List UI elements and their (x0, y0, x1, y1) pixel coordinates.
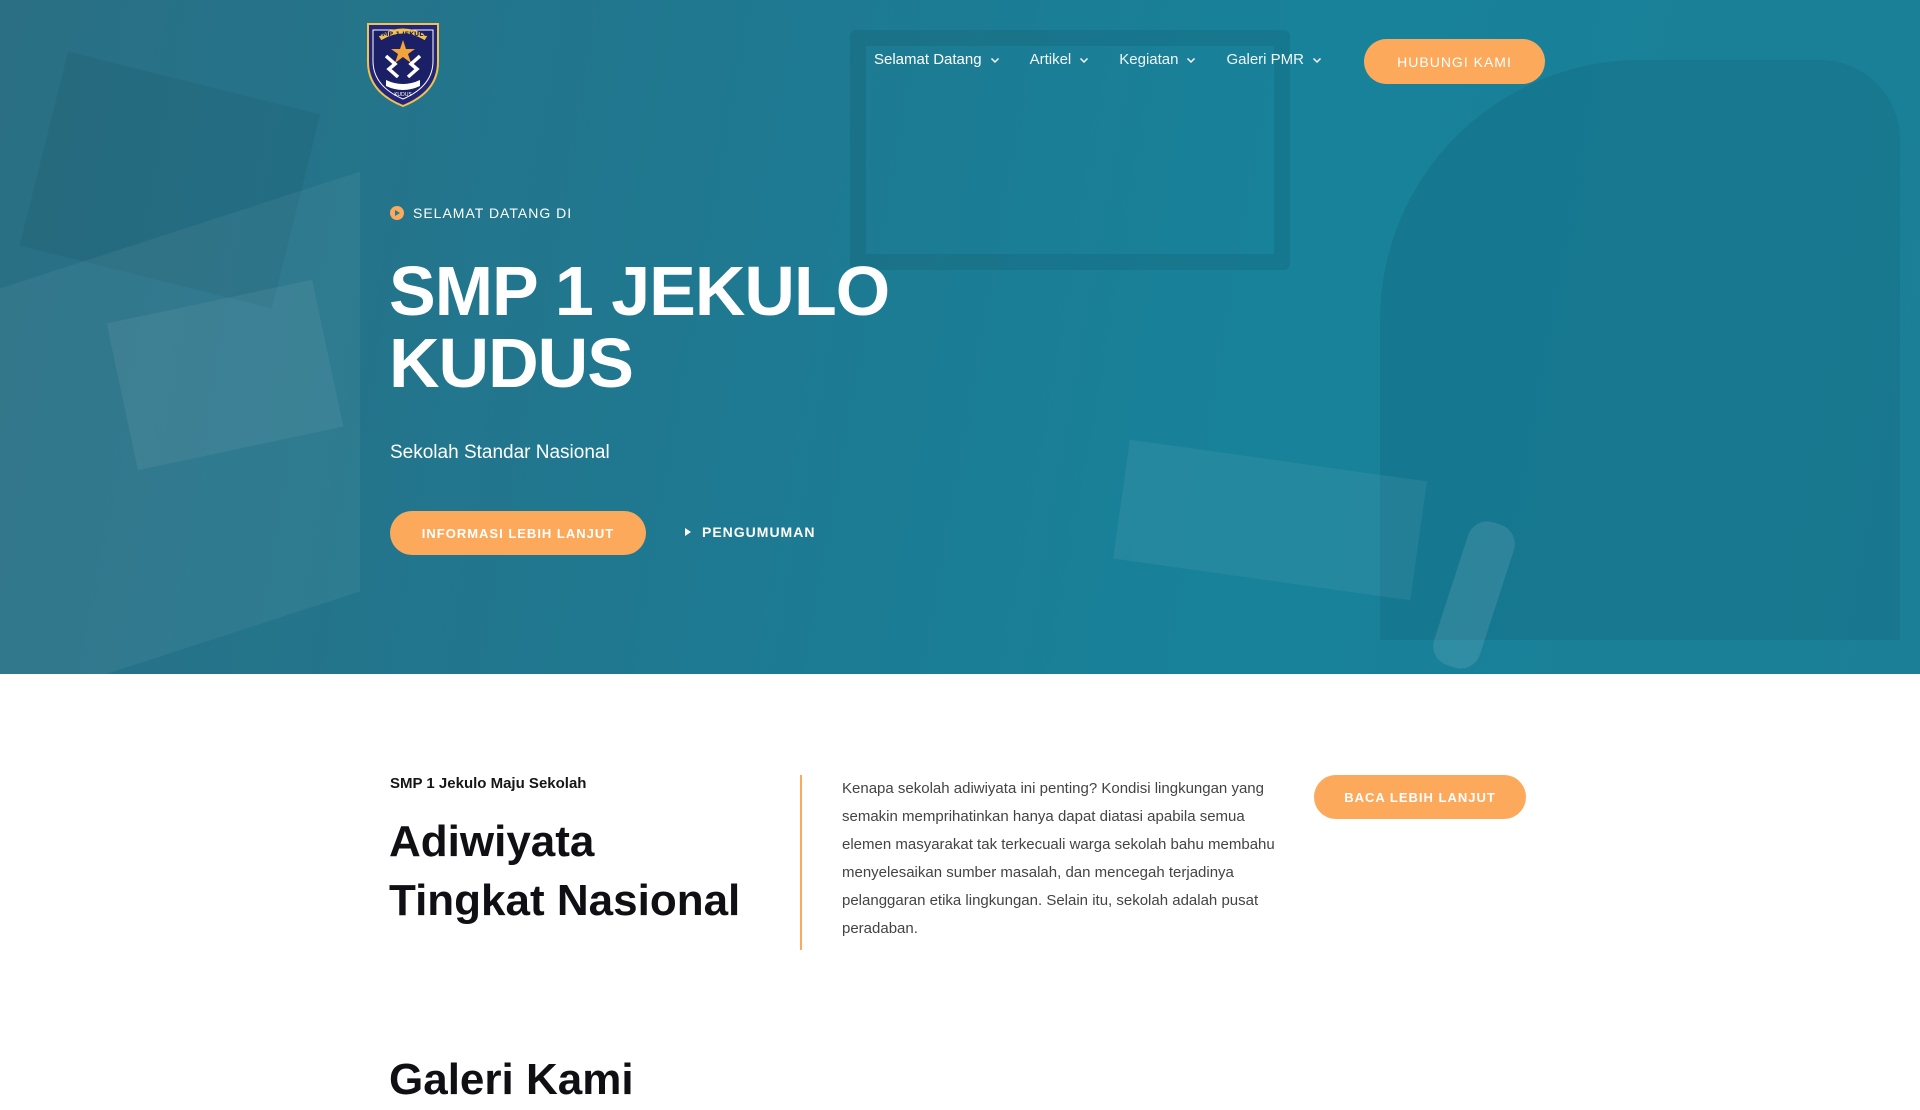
about-title-line: Adiwiyata (389, 817, 595, 866)
nav-item-artikel[interactable]: Artikel (1030, 51, 1090, 68)
chevron-down-icon (1187, 57, 1196, 63)
gallery-title: Galeri Kami (389, 1055, 634, 1104)
vertical-divider (800, 775, 802, 950)
chevron-down-icon (990, 57, 999, 63)
svg-text:KUDUS: KUDUS (394, 92, 412, 98)
read-more-button[interactable]: BACA LEBIH LANJUT (1314, 775, 1526, 819)
chevron-down-icon (1312, 57, 1322, 63)
hero-title-line: SMP 1 JEKULO (389, 252, 890, 330)
nav-item-label: Artikel (1029, 51, 1072, 68)
announcement-label: PENGUMUMAN (702, 524, 816, 540)
contact-button[interactable]: HUBUNGI KAMI (1364, 39, 1545, 84)
caret-right-icon (685, 528, 691, 536)
school-logo[interactable]: SMP 1 JEKULO KUDUS (362, 16, 444, 108)
hero-subtitle: Sekolah Standar Nasional (390, 442, 610, 463)
hero-bg-shape (1380, 60, 1900, 640)
svg-text:SMP 1 JEKULO: SMP 1 JEKULO (377, 30, 429, 38)
main-nav: Selamat Datang Artikel Kegiatan Galeri P… (874, 51, 1322, 68)
about-body: Kenapa sekolah adiwiyata ini penting? Ko… (842, 780, 1275, 937)
play-circle-icon (390, 206, 404, 220)
nav-item-galeri-pmr[interactable]: Galeri PMR (1226, 51, 1322, 68)
about-title-line: Tingkat Nasional (389, 876, 741, 925)
hero-title-line: KUDUS (389, 324, 634, 402)
announcement-link[interactable]: PENGUMUMAN (684, 524, 815, 540)
nav-item-label: Galeri PMR (1226, 51, 1304, 68)
chevron-down-icon (1080, 57, 1089, 63)
more-info-button[interactable]: INFORMASI LEBIH LANJUT (390, 511, 646, 555)
nav-item-kegiatan[interactable]: Kegiatan (1119, 51, 1196, 68)
about-kicker: SMP 1 Jekulo Maju Sekolah (390, 775, 587, 792)
about-title: Adiwiyata Tingkat Nasional (389, 812, 789, 930)
nav-item-selamat-datang[interactable]: Selamat Datang (874, 51, 1000, 68)
hero-kicker-label: SELAMAT DATANG DI (413, 205, 573, 221)
nav-item-label: Selamat Datang (874, 51, 982, 68)
hero-title: SMP 1 JEKULO KUDUS (389, 255, 1009, 399)
nav-item-label: Kegiatan (1119, 51, 1179, 68)
hero-kicker: SELAMAT DATANG DI (390, 205, 572, 221)
hero-section: SMP 1 JEKULO KUDUS Selamat Datang Artike… (0, 0, 1920, 674)
